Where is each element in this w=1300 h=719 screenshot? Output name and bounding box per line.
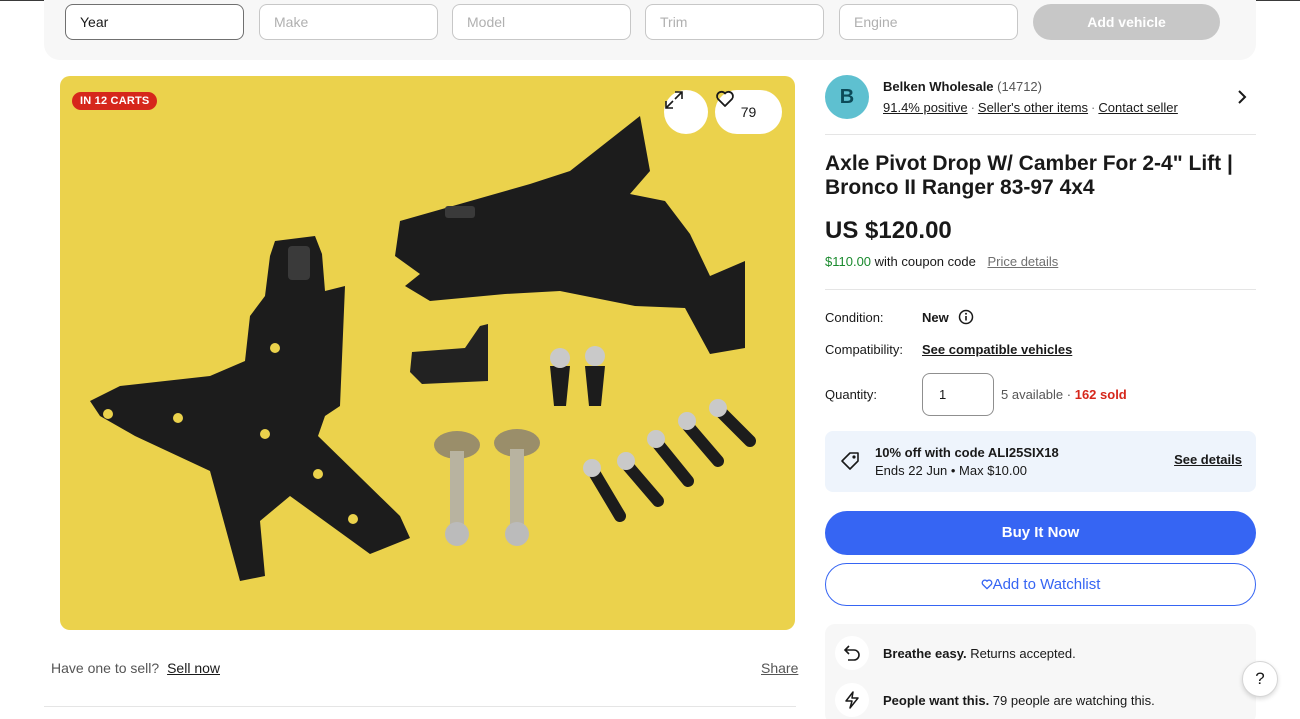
separator: · <box>1091 100 1096 115</box>
coupon-text: with coupon code <box>874 254 976 269</box>
return-arrow-icon <box>843 645 860 661</box>
expand-image-button[interactable] <box>664 90 708 134</box>
promo-subtitle: Ends 22 Jun • Max $10.00 <box>875 463 1027 478</box>
info-icon[interactable] <box>958 309 974 325</box>
separator: · <box>970 100 975 115</box>
seller-name-text: Belken Wholesale <box>883 79 994 94</box>
see-details-link[interactable]: See details <box>1174 452 1242 467</box>
divider <box>44 706 796 707</box>
add-vehicle-button[interactable]: Add vehicle <box>1033 4 1220 40</box>
in-carts-badge: IN 12 CARTS <box>72 92 158 110</box>
demand-assurance: People want this. 79 people are watching… <box>883 693 1155 708</box>
coupon-price-line: $110.00 with coupon code Price details <box>825 254 1058 269</box>
buy-it-now-button[interactable]: Buy It Now <box>825 511 1256 555</box>
condition-label: Condition: <box>825 310 884 325</box>
returns-icon-wrap <box>835 636 869 670</box>
add-to-watchlist-button[interactable]: Add to Watchlist <box>825 563 1256 606</box>
returns-assurance: Breathe easy. Returns accepted. <box>883 646 1076 661</box>
engine-select[interactable]: Engine <box>839 4 1018 40</box>
watch-count: 79 <box>740 104 757 120</box>
divider <box>825 134 1256 135</box>
item-title: Axle Pivot Drop W/ Camber For 2-4" Lift … <box>825 152 1233 199</box>
compatibility-value: See compatible vehicles <box>922 342 1072 357</box>
make-select[interactable]: Make <box>259 4 438 40</box>
compatibility-label: Compatibility: <box>825 342 904 357</box>
coupon-promo-banner: 10% off with code ALI25SIX18 Ends 22 Jun… <box>825 431 1256 492</box>
seller-feedback-count: (14712) <box>997 79 1042 94</box>
trim-select[interactable]: Trim <box>645 4 824 40</box>
seller-name[interactable]: Belken Wholesale (14712) <box>883 79 1042 94</box>
lightning-icon <box>845 691 859 709</box>
help-button[interactable]: ? <box>1242 661 1278 697</box>
year-select[interactable]: Year <box>65 4 244 40</box>
sell-prompt: Have one to sell? Sell now <box>51 660 220 676</box>
demand-text: 79 people are watching this. <box>989 693 1155 708</box>
separator: · <box>1063 387 1075 402</box>
positive-feedback-link[interactable]: 91.4% positive <box>883 100 968 115</box>
quantity-input[interactable]: 1 <box>922 373 994 416</box>
share-link[interactable]: Share <box>761 660 798 676</box>
expand-icon <box>665 91 683 109</box>
watch-count-button[interactable]: 79 <box>715 90 782 134</box>
vehicle-finder-bar: Year Make Model Trim Engine Add vehicle <box>44 0 1256 60</box>
sold-count: 162 sold <box>1074 387 1127 402</box>
promo-title: 10% off with code ALI25SIX18 <box>875 445 1059 460</box>
add-to-watchlist-label: Add to Watchlist <box>992 576 1101 593</box>
demand-bold: People want this. <box>883 693 990 708</box>
quantity-label: Quantity: <box>825 387 878 402</box>
tag-icon <box>841 452 859 470</box>
assurances-panel: Breathe easy. Returns accepted. People w… <box>825 624 1256 719</box>
see-compatible-vehicles-link[interactable]: See compatible vehicles <box>922 342 1072 357</box>
divider <box>825 289 1256 290</box>
heart-icon <box>716 90 734 107</box>
demand-icon-wrap <box>835 683 869 717</box>
seller-links: 91.4% positive · Seller's other items · Cont… <box>883 100 1178 115</box>
sell-prompt-text: Have one to sell? <box>51 660 160 676</box>
returns-bold: Breathe easy. <box>883 646 967 661</box>
price-details-link[interactable]: Price details <box>987 254 1058 269</box>
availability: 5 available · 162 sold <box>1001 387 1127 402</box>
chevron-right-icon[interactable] <box>1234 88 1250 106</box>
coupon-price: $110.00 <box>825 254 872 269</box>
model-select[interactable]: Model <box>452 4 631 40</box>
available-count: 5 available <box>1001 387 1064 402</box>
product-image[interactable]: IN 12 CARTS 79 <box>60 76 795 630</box>
seller-other-items-link[interactable]: Seller's other items <box>978 100 1088 115</box>
item-price: US $120.00 <box>825 217 952 244</box>
seller-avatar[interactable]: B <box>825 75 869 119</box>
condition-value: New <box>922 310 949 325</box>
product-photo <box>90 116 756 581</box>
heart-icon <box>981 579 992 590</box>
contact-seller-link[interactable]: Contact seller <box>1098 100 1177 115</box>
sell-now-link[interactable]: Sell now <box>167 660 220 676</box>
returns-text: Returns accepted. <box>966 646 1076 661</box>
